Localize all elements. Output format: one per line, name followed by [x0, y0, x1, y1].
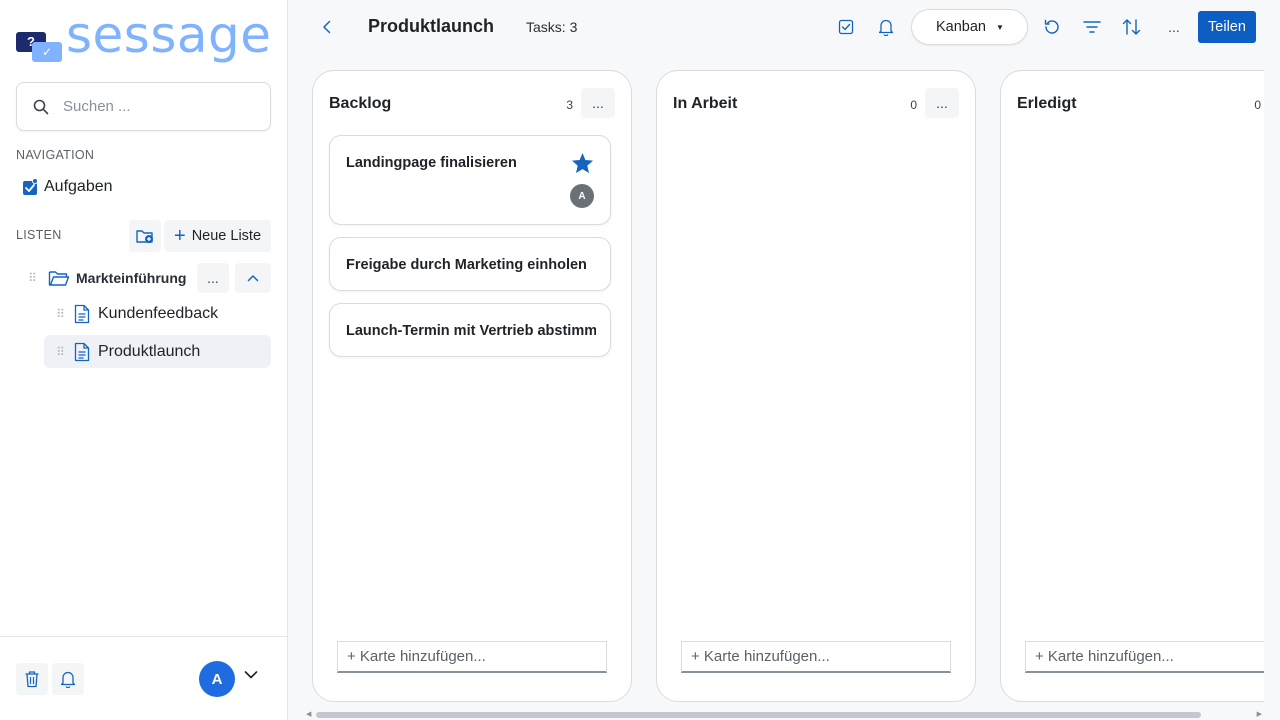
add-card-input[interactable]: + Karte hinzufügen... — [337, 641, 607, 673]
kanban-board: Backlog 3 ... Landingpage finalisieren A… — [288, 54, 1264, 708]
task-check-button[interactable] — [832, 13, 860, 41]
drag-handle-icon[interactable]: ⠿ — [52, 308, 68, 320]
checkbox-icon — [838, 19, 854, 35]
column-in-arbeit: In Arbeit 0 ... + Karte hinzufügen... — [656, 70, 976, 702]
folder-collapse-button[interactable] — [235, 263, 271, 293]
chevron-left-icon — [323, 20, 331, 34]
header-notifications-button[interactable] — [872, 13, 900, 41]
app-logo[interactable]: ? ✓ sessage — [16, 6, 272, 66]
list-item-kundenfeedback[interactable]: ⠿ Kundenfeedback — [44, 297, 271, 330]
folder-name: Markteinführung — [76, 270, 187, 286]
folder-more-button[interactable]: ... — [197, 263, 229, 293]
column-count: 3 — [566, 98, 573, 112]
filter-button[interactable] — [1078, 13, 1106, 41]
card-title: Landingpage finalisieren — [346, 155, 517, 171]
column-title: Backlog — [329, 95, 392, 112]
board-scrollbar[interactable]: ◀ ▶ — [304, 710, 1264, 720]
page-title: Produktlaunch — [368, 16, 495, 36]
bell-icon — [878, 19, 894, 36]
task-count: Tasks: 3 — [526, 19, 578, 35]
column-erledigt: Erledigt 0 ... + Karte hinzufügen... — [1000, 70, 1264, 702]
chevron-up-icon — [247, 275, 259, 282]
column-count: 0 — [910, 98, 917, 112]
trash-button[interactable] — [16, 663, 48, 695]
scrollbar-track[interactable] — [316, 712, 1252, 718]
task-card[interactable]: Launch-Termin mit Vertrieb abstimmen — [329, 303, 611, 357]
refresh-icon — [1044, 19, 1059, 34]
caret-down-icon: ▼ — [996, 22, 1004, 32]
board-header: Produktlaunch Tasks: 3 Kanban ▼ ... Teil… — [288, 0, 1280, 54]
tasks-icon — [22, 178, 38, 196]
view-select-value: Kanban — [936, 19, 986, 35]
column-count: 0 — [1254, 98, 1261, 112]
refresh-button[interactable] — [1038, 13, 1066, 41]
add-card-input[interactable]: + Karte hinzufügen... — [1025, 641, 1264, 673]
drag-handle-icon[interactable]: ⠿ — [24, 272, 40, 284]
column-more-button[interactable]: ... — [581, 88, 615, 118]
new-list-button[interactable]: + Neue Liste — [164, 220, 272, 252]
user-avatar[interactable]: A — [199, 661, 235, 697]
logo-badge-light: ✓ — [32, 42, 62, 62]
plus-icon: + — [174, 225, 186, 247]
filter-icon — [1083, 21, 1101, 33]
trash-icon — [25, 671, 39, 688]
share-button[interactable]: Teilen — [1198, 11, 1256, 43]
scroll-left-icon[interactable]: ◀ — [306, 710, 311, 720]
new-folder-button[interactable] — [129, 220, 161, 252]
add-card-input[interactable]: + Karte hinzufügen... — [681, 641, 951, 673]
logo-mark: ? ✓ — [16, 20, 64, 62]
search-icon — [33, 99, 49, 114]
sidebar-footer: A — [0, 636, 288, 720]
scroll-right-icon[interactable]: ▶ — [1257, 710, 1262, 720]
bell-icon — [60, 671, 76, 688]
card-title: Freigabe durch Marketing einholen — [346, 257, 587, 273]
folder-open-icon — [48, 271, 70, 286]
list-name: Kundenfeedback — [98, 304, 219, 322]
search-box[interactable] — [16, 82, 271, 131]
navigation-label: NAVIGATION — [16, 148, 95, 162]
column-backlog: Backlog 3 ... Landingpage finalisieren A… — [312, 70, 632, 702]
list-actions: + Neue Liste — [129, 220, 272, 252]
column-title: In Arbeit — [673, 95, 738, 112]
nav-item-aufgaben[interactable]: Aufgaben — [22, 176, 113, 198]
task-card[interactable]: Freigabe durch Marketing einholen — [329, 237, 611, 291]
task-card[interactable]: Landingpage finalisieren A — [329, 135, 611, 225]
new-list-label: Neue Liste — [191, 228, 262, 244]
chevron-down-icon[interactable] — [244, 670, 258, 680]
list-item-produktlaunch[interactable]: ⠿ Produktlaunch — [44, 335, 271, 368]
folder-item[interactable]: ⠿ Markteinführung ... — [24, 263, 271, 293]
star-icon[interactable] — [571, 152, 594, 174]
document-icon — [74, 304, 90, 323]
search-input[interactable] — [63, 98, 263, 115]
nav-item-label: Aufgaben — [44, 178, 113, 195]
back-button[interactable] — [313, 13, 341, 41]
sort-icon — [1122, 19, 1141, 35]
sort-button[interactable] — [1118, 13, 1146, 41]
logo-text: sessage — [66, 6, 272, 64]
lists-label: LISTEN — [16, 228, 62, 242]
header-more-button[interactable]: ... — [1160, 14, 1188, 40]
column-title: Erledigt — [1017, 95, 1077, 112]
view-select[interactable]: Kanban ▼ — [911, 9, 1028, 45]
add-folder-icon — [136, 230, 153, 243]
column-more-button[interactable]: ... — [925, 88, 959, 118]
list-name: Produktlaunch — [98, 342, 201, 360]
scrollbar-thumb[interactable] — [316, 712, 1201, 718]
card-title: Launch-Termin mit Vertrieb abstimmen — [346, 323, 596, 339]
sidebar: ? ✓ sessage NAVIGATION Aufgaben LISTEN +… — [0, 0, 288, 720]
assignee-avatar: A — [570, 184, 594, 208]
notifications-button[interactable] — [52, 663, 84, 695]
drag-handle-icon[interactable]: ⠿ — [52, 346, 68, 358]
document-icon — [74, 342, 90, 361]
